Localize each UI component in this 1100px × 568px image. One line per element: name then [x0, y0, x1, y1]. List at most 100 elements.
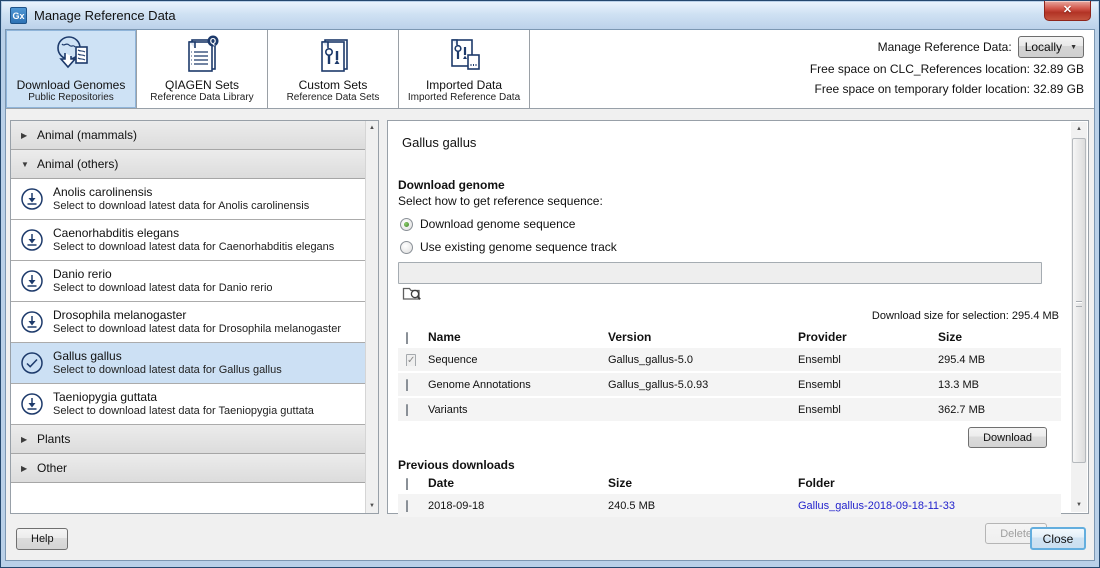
cell-provider: Ensembl — [798, 353, 841, 366]
row-checkbox-checked[interactable]: ✓ — [406, 353, 417, 366]
radio-unselected-icon — [400, 240, 413, 254]
location-dropdown[interactable]: Locally ▼ — [1017, 36, 1084, 58]
previous-download-row[interactable]: 2018-09-18 240.5 MB Gallus_gallus-2018-0… — [398, 494, 1061, 518]
item-subtitle: Select to download latest data for Droso… — [53, 323, 342, 335]
folder-link[interactable]: Gallus_gallus-2018-09-18-11-33 — [796, 500, 1061, 512]
cell-size: 240.5 MB — [608, 499, 656, 512]
files-table: Name Version Provider Size ✓ Sequence Ga… — [398, 326, 1061, 422]
tab-qiagen-sets[interactable]: Q QIAGEN Sets Reference Data Library — [137, 30, 268, 108]
item-title: Anolis carolinensis — [53, 185, 153, 199]
files-table-header: Name Version Provider Size — [398, 326, 1061, 349]
imported-data-icon — [443, 30, 485, 79]
row-checkbox[interactable] — [406, 403, 408, 416]
sidebar-item-drosophila-melanogaster[interactable]: Drosophila melanogaster Select to downlo… — [11, 302, 365, 343]
group-label: Other — [37, 461, 68, 475]
sequence-track-input[interactable] — [398, 262, 1042, 284]
qiagen-sets-icon: Q — [182, 30, 222, 79]
select-all-checkbox[interactable] — [406, 478, 408, 491]
sidebar-item-anolis-carolinensis[interactable]: Anolis carolinensis Select to download l… — [11, 179, 365, 220]
item-subtitle: Select to download latest data for Danio… — [53, 282, 273, 294]
sidebar-group-animal-mammals[interactable]: ▶ Animal (mammals) — [11, 121, 365, 150]
manage-reference-data-label: Manage Reference Data: — [877, 40, 1012, 54]
panel-scrollbar[interactable]: ▲ ▼ — [1071, 122, 1087, 512]
table-row-genome-annotations[interactable]: Genome Annotations Gallus_gallus-5.0.93 … — [398, 373, 1061, 397]
group-label: Animal (others) — [37, 157, 119, 171]
radio-use-existing-track[interactable]: Use existing genome sequence track — [398, 240, 1061, 254]
free-space-clc-label: Free space on CLC_References location: 3… — [809, 62, 1084, 76]
help-button[interactable]: Help — [16, 528, 68, 550]
browse-folder-icon[interactable] — [402, 284, 422, 302]
table-row-sequence[interactable]: ✓ Sequence Gallus_gallus-5.0 Ensembl 295… — [398, 348, 1061, 372]
check-circle-icon — [19, 350, 45, 376]
app-logo-icon: Gx — [10, 7, 27, 24]
sidebar-item-taeniopygia-guttata[interactable]: Taeniopygia guttata Select to download l… — [11, 384, 365, 425]
previous-downloads-table: Date Size Folder 2018-09-18 240.5 MB Gal… — [398, 472, 1061, 518]
species-sidebar: ▶ Animal (mammals) ▼ Animal (others) Ano… — [10, 120, 379, 514]
item-title: Caenorhabditis elegans — [53, 226, 180, 240]
manage-reference-data-window: Gx Manage Reference Data ✕ Download Geno… — [0, 0, 1100, 568]
sidebar-group-plants[interactable]: ▶ Plants — [11, 425, 365, 454]
sidebar-group-other[interactable]: ▶ Other — [11, 454, 365, 483]
row-checkbox[interactable] — [406, 378, 408, 391]
item-title: Gallus gallus — [53, 349, 122, 363]
col-version: Version — [608, 330, 652, 345]
cell-date: 2018-09-18 — [428, 499, 485, 512]
window-close-button[interactable]: ✕ — [1044, 1, 1091, 21]
tab-download-genomes[interactable]: Download Genomes Public Repositories — [6, 30, 137, 108]
scroll-down-icon[interactable]: ▼ — [1071, 498, 1087, 512]
tab-sublabel: Imported Reference Data — [407, 92, 521, 103]
select-all-checkbox[interactable] — [406, 332, 408, 345]
toolbar-right-info: Manage Reference Data: Locally ▼ Free sp… — [810, 35, 1084, 99]
item-subtitle: Select to download latest data for Caeno… — [53, 241, 335, 253]
item-subtitle: Select to download latest data for Anoli… — [53, 200, 310, 212]
sidebar-item-caenorhabditis-elegans[interactable]: Caenorhabditis elegans Select to downloa… — [11, 220, 365, 261]
download-genomes-icon — [48, 30, 94, 79]
download-button[interactable]: Download — [968, 427, 1047, 449]
col-provider: Provider — [798, 330, 847, 345]
download-circle-icon — [19, 391, 45, 417]
item-subtitle: Select to download latest data for Gallu… — [53, 364, 282, 376]
detail-panel: Gallus gallus Download genome Select how… — [387, 120, 1089, 545]
cell-size: 13.3 MB — [938, 378, 979, 391]
group-label: Animal (mammals) — [37, 128, 138, 142]
download-circle-icon — [19, 268, 45, 294]
download-genome-heading: Download genome — [398, 178, 505, 192]
radio-selected-icon — [400, 217, 413, 231]
location-dropdown-value: Locally — [1024, 40, 1063, 54]
tab-label: Imported Data — [425, 78, 503, 92]
sidebar-group-animal-others[interactable]: ▼ Animal (others) — [11, 150, 365, 179]
tab-custom-sets[interactable]: Custom Sets Reference Data Sets — [268, 30, 399, 108]
download-circle-icon — [19, 186, 45, 212]
close-button[interactable]: Close — [1030, 527, 1086, 550]
radio-download-genome-sequence[interactable]: Download genome sequence — [398, 217, 1061, 231]
tab-imported-data[interactable]: Imported Data Imported Reference Data — [399, 30, 530, 108]
item-title: Drosophila melanogaster — [53, 308, 187, 322]
radio-label: Download genome sequence — [420, 217, 576, 231]
row-checkbox[interactable] — [406, 499, 408, 512]
scroll-down-icon[interactable]: ▼ — [366, 499, 378, 513]
sidebar-item-danio-rerio[interactable]: Danio rerio Select to download latest da… — [11, 261, 365, 302]
col-folder: Folder — [798, 476, 835, 491]
chevron-right-icon: ▶ — [21, 434, 28, 444]
sidebar-scrollbar[interactable]: ▲ ▼ — [365, 121, 378, 513]
tab-label: QIAGEN Sets — [164, 78, 240, 92]
chevron-right-icon: ▶ — [21, 463, 28, 473]
scroll-up-icon[interactable]: ▲ — [366, 121, 378, 135]
cell-name: Variants — [428, 403, 468, 416]
download-size-label: Download size for selection: 295.4 MB — [871, 310, 1059, 323]
tab-strip: Download Genomes Public Repositories Q Q… — [6, 30, 530, 108]
sidebar-item-gallus-gallus[interactable]: Gallus gallus Select to download latest … — [11, 343, 365, 384]
radio-label: Use existing genome sequence track — [420, 240, 617, 254]
col-size: Size — [938, 330, 963, 345]
table-row-variants[interactable]: Variants Ensembl 362.7 MB — [398, 398, 1061, 422]
col-date: Date — [428, 476, 455, 491]
titlebar: Gx Manage Reference Data — [2, 2, 1098, 29]
tab-label: Download Genomes — [16, 78, 126, 92]
chevron-right-icon: ▶ — [21, 130, 28, 140]
tab-sublabel: Reference Data Sets — [286, 92, 380, 103]
scroll-up-icon[interactable]: ▲ — [1071, 122, 1087, 136]
scrollbar-thumb[interactable] — [1072, 138, 1086, 463]
tab-label: Custom Sets — [298, 78, 368, 92]
free-space-temp-label: Free space on temporary folder location:… — [814, 82, 1084, 96]
group-label: Plants — [37, 432, 71, 446]
